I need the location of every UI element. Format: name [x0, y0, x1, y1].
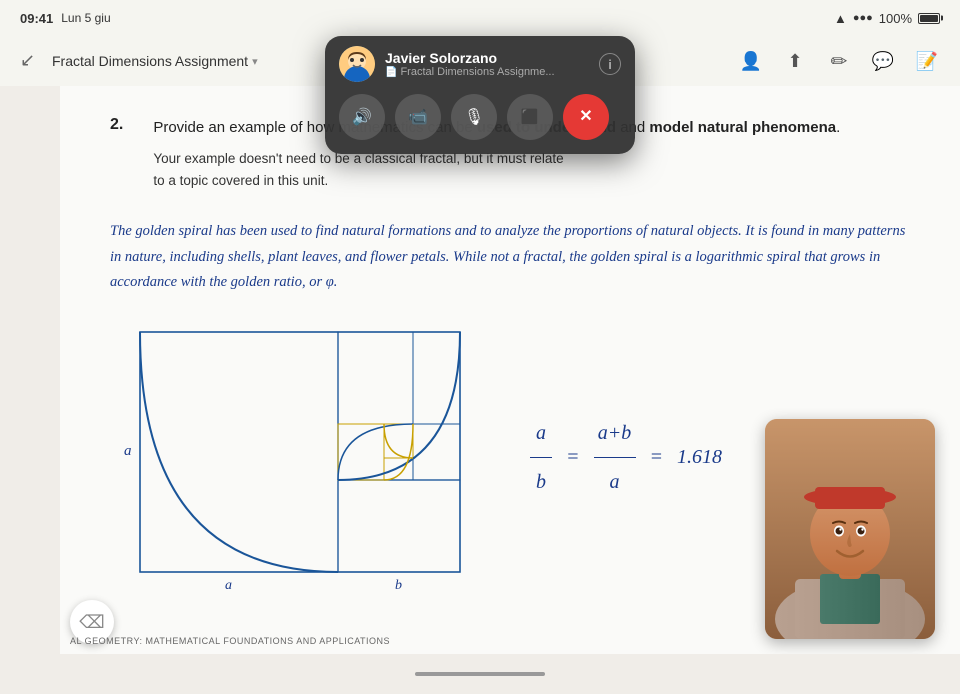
- battery-icon: [918, 13, 940, 24]
- mic-icon: 🎙: [464, 107, 484, 127]
- left-panel: [0, 86, 60, 654]
- q-bold-2: model natural phenomena: [649, 119, 836, 136]
- share-icon[interactable]: ⬆: [782, 48, 808, 74]
- screen-share-button[interactable]: ⬛: [507, 94, 553, 140]
- camera-feed: [765, 419, 935, 639]
- caller-name: Javier Solorzano: [385, 50, 589, 66]
- bottom-bar: [0, 654, 960, 694]
- screen-icon: ⬛: [521, 108, 540, 126]
- status-right: ▲ ●●● 100%: [834, 11, 940, 26]
- facetime-overlay: Javier Solorzano 📄 Fractal Dimensions As…: [325, 36, 635, 154]
- pencil-circle-icon[interactable]: ✏: [826, 48, 852, 74]
- q-period: .: [836, 119, 840, 136]
- camera-person: [765, 419, 935, 639]
- fraction-ab: a b: [530, 411, 552, 504]
- fraction-num-aplusb: a+b: [598, 411, 632, 455]
- person-circle-icon[interactable]: 👤: [738, 48, 764, 74]
- caller-doc: 📄 Fractal Dimensions Assignme...: [385, 66, 589, 78]
- toolbar-left: ↙ Fractal Dimensions Assignment ▾: [20, 50, 258, 72]
- signal-icon: ●●●: [853, 12, 873, 24]
- toolbar-right: 👤 ⬆ ✏ 💬 📝: [738, 48, 940, 74]
- label-a-left: a: [124, 443, 132, 459]
- chevron-down-icon: ▾: [252, 55, 258, 68]
- equals-1: =: [566, 435, 580, 479]
- fraction-aplusb-a: a+b a: [594, 411, 636, 504]
- bubble-icon[interactable]: 💬: [870, 48, 896, 74]
- doc-title-container[interactable]: Fractal Dimensions Assignment ▾: [52, 53, 258, 69]
- end-call-icon: ✕: [579, 109, 592, 125]
- status-bar: 09:41 Lun 5 giu ▲ ●●● 100%: [0, 0, 960, 36]
- home-indicator: [415, 672, 545, 676]
- fraction-denom-b: b: [536, 460, 546, 504]
- facetime-header: Javier Solorzano 📄 Fractal Dimensions As…: [339, 46, 621, 82]
- label-a-bottom: a: [225, 578, 232, 593]
- facetime-info: Javier Solorzano 📄 Fractal Dimensions As…: [385, 50, 589, 78]
- golden-ratio-formula: a b = a+b a = 1.618: [530, 411, 722, 504]
- video-icon: 📹: [408, 107, 428, 127]
- question-subtext: Your example doesn't need to be a classi…: [153, 148, 910, 191]
- status-date: Lun 5 giu: [61, 11, 110, 25]
- pencil-square-icon[interactable]: 📝: [914, 48, 940, 74]
- collapse-icon[interactable]: ↙: [20, 50, 42, 72]
- caller-doc-text: Fractal Dimensions Assignme...: [400, 66, 554, 78]
- equals-2: =: [650, 435, 664, 479]
- speaker-button[interactable]: 🔊: [339, 94, 385, 140]
- video-button[interactable]: 📹: [395, 94, 441, 140]
- mic-button[interactable]: 🎙: [451, 94, 497, 140]
- eraser-icon: ⌫: [79, 612, 104, 633]
- handwritten-answer: The golden spiral has been used to find …: [110, 219, 910, 295]
- doc-title: Fractal Dimensions Assignment: [52, 53, 248, 69]
- doc-icon: 📄: [385, 67, 397, 78]
- status-time: 09:41: [20, 11, 53, 26]
- facetime-info-button[interactable]: i: [599, 53, 621, 75]
- speaker-icon: 🔊: [352, 107, 372, 127]
- label-b-bottom: b: [395, 578, 402, 593]
- wifi-icon: ▲: [834, 11, 847, 26]
- formula-row: a b = a+b a = 1.618: [530, 411, 722, 504]
- phi-value: 1.618: [677, 435, 722, 479]
- battery-text: 100%: [879, 11, 912, 26]
- facetime-avatar: [339, 46, 375, 82]
- fraction-num-a: a: [536, 411, 546, 455]
- golden-spiral-diagram: a a b: [110, 317, 490, 597]
- question-number: 2.: [110, 116, 123, 211]
- bottom-watermark: AL GEOMETRY: MATHEMATICAL FOUNDATIONS AN…: [70, 636, 390, 646]
- facetime-controls: 🔊 📹 🎙 ⬛ ✕: [339, 94, 621, 140]
- end-call-button[interactable]: ✕: [563, 94, 609, 140]
- fraction-denom-a2: a: [610, 460, 620, 504]
